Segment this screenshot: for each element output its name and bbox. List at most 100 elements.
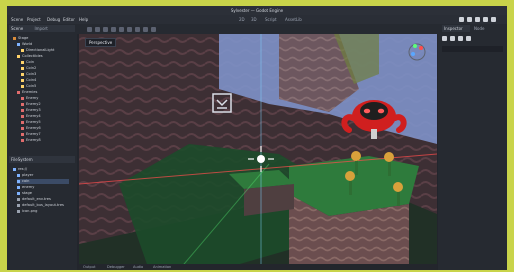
fs-item[interactable]: player: [17, 173, 33, 178]
desktop-frame: Sylvester — Godot Engine Scene Project D…: [0, 0, 514, 272]
debugger-tab[interactable]: Debugger: [107, 264, 125, 270]
top-2d[interactable]: 2D: [239, 15, 245, 24]
menu-bar: Scene Project Debug Editor Help 2D 3D Sc…: [7, 15, 507, 24]
menu-editor[interactable]: Editor: [63, 15, 75, 24]
title-bar: Sylvester — Godot Engine: [7, 6, 507, 15]
folder-icon: [17, 185, 20, 189]
tree-item[interactable]: Stage: [13, 36, 28, 41]
scene-render: [79, 34, 437, 270]
window-title: Sylvester — Godot Engine: [230, 8, 284, 13]
node-icon: [21, 66, 24, 70]
node-icon: [21, 114, 24, 118]
snap-icon[interactable]: [151, 27, 156, 32]
fs-item[interactable]: stage: [17, 191, 32, 196]
right-dock: Inspector Node: [438, 24, 507, 270]
tree-item[interactable]: Collectibles: [17, 54, 43, 59]
tree-item[interactable]: Enemy8: [21, 138, 41, 143]
node-icon: [21, 120, 24, 124]
node-icon: [17, 42, 20, 46]
node-icon: [21, 84, 24, 88]
play-custom-scene-icon[interactable]: [491, 17, 496, 22]
property-filter-field[interactable]: [442, 46, 503, 52]
node-icon: [21, 102, 24, 106]
audio-tab[interactable]: Audio: [133, 264, 143, 270]
history-icon[interactable]: [458, 36, 463, 41]
viewport-toolbar: [7, 24, 507, 34]
local-space-icon[interactable]: [143, 27, 148, 32]
folder-icon: [17, 179, 20, 183]
node-icon: [21, 126, 24, 130]
scale-tool-icon[interactable]: [111, 27, 116, 32]
menu-project[interactable]: Project: [27, 15, 41, 24]
lock-icon[interactable]: [127, 27, 132, 32]
fs-item[interactable]: default_env.tres: [17, 197, 51, 202]
play-icon[interactable]: [459, 17, 464, 22]
tree-item[interactable]: Coin5: [21, 84, 36, 89]
3d-viewport[interactable]: Perspective: [79, 34, 437, 270]
file-icon: [17, 203, 20, 207]
left-dock: Scene Import Stage World DirectionalLigh…: [7, 24, 77, 270]
node-tab[interactable]: Node: [474, 25, 484, 32]
tree-item[interactable]: Coin3: [21, 72, 36, 77]
bottom-panel-tabs: Output Debugger Audio Animation: [79, 264, 437, 270]
filesystem-header: FileSystem: [9, 156, 75, 163]
animation-tab[interactable]: Animation: [153, 264, 171, 270]
tree-item[interactable]: Coin: [21, 60, 34, 65]
inspector-tab[interactable]: Inspector: [442, 25, 470, 32]
node-icon: [17, 54, 20, 58]
tree-item[interactable]: World: [17, 42, 32, 47]
viewport-perspective-label[interactable]: Perspective: [85, 38, 117, 47]
scene-tab[interactable]: Scene Import: [9, 25, 75, 32]
back-icon[interactable]: [442, 36, 447, 41]
rotate-tool-icon[interactable]: [103, 27, 108, 32]
node-icon: [21, 132, 24, 136]
folder-icon: [17, 173, 20, 177]
node-icon: [21, 60, 24, 64]
folder-icon: [13, 167, 16, 171]
folder-icon: [17, 191, 20, 195]
tree-item[interactable]: DirectionalLight: [21, 48, 54, 53]
tree-item[interactable]: Enemy: [21, 96, 38, 101]
node-icon: [21, 96, 24, 100]
select-tool-icon[interactable]: [87, 27, 92, 32]
output-tab[interactable]: Output: [83, 264, 95, 270]
tree-item[interactable]: Enemy2: [21, 102, 41, 107]
godot-window: Sylvester — Godot Engine Scene Project D…: [7, 6, 507, 270]
tree-item[interactable]: Enemy3: [21, 108, 41, 113]
group-icon[interactable]: [135, 27, 140, 32]
play-scene-icon[interactable]: [483, 17, 488, 22]
forward-icon[interactable]: [450, 36, 455, 41]
top-assetlib[interactable]: AssetLib: [285, 15, 302, 24]
list-tool-icon[interactable]: [119, 27, 124, 32]
fs-item[interactable]: icon.png: [17, 209, 37, 214]
menu-help[interactable]: Help: [79, 15, 88, 24]
node-icon: [13, 36, 16, 40]
image-icon: [17, 209, 20, 213]
fs-item[interactable]: res://: [13, 167, 27, 172]
node-icon: [21, 72, 24, 76]
pause-icon[interactable]: [467, 17, 472, 22]
stop-icon[interactable]: [475, 17, 480, 22]
node-icon: [21, 138, 24, 142]
tree-item[interactable]: Enemy5: [21, 120, 41, 125]
menu-scene[interactable]: Scene: [11, 15, 23, 24]
tree-item[interactable]: Enemies: [17, 90, 37, 95]
top-script[interactable]: Script: [265, 15, 277, 24]
tree-item[interactable]: Enemy7: [21, 132, 41, 137]
move-tool-icon[interactable]: [95, 27, 100, 32]
tree-item[interactable]: Coin2: [21, 66, 36, 71]
settings-icon[interactable]: [466, 36, 471, 41]
tree-item[interactable]: Coin4: [21, 78, 36, 83]
tree-item[interactable]: Enemy4: [21, 114, 41, 119]
fs-item[interactable]: default_bus_layout.tres: [17, 203, 64, 208]
node-icon: [17, 90, 20, 94]
node-icon: [21, 78, 24, 82]
import-tab[interactable]: Import: [34, 26, 47, 31]
file-icon: [17, 197, 20, 201]
menu-debug[interactable]: Debug: [47, 15, 60, 24]
tree-item[interactable]: Enemy6: [21, 126, 41, 131]
fs-item[interactable]: enemy: [17, 185, 34, 190]
top-3d[interactable]: 3D: [251, 15, 257, 24]
fs-item-selected[interactable]: coin: [17, 179, 69, 184]
node-icon: [21, 108, 24, 112]
